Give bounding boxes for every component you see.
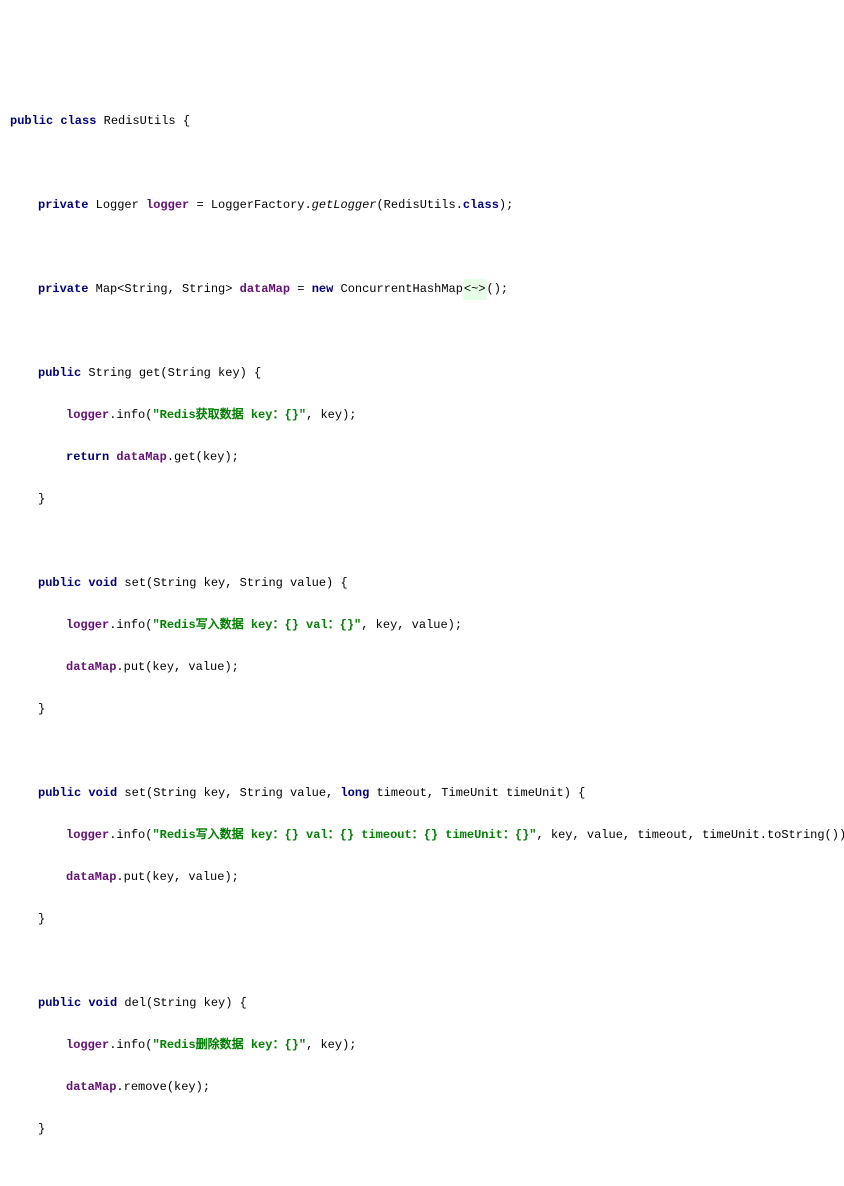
blank-line xyxy=(10,153,834,174)
field: dataMap xyxy=(240,282,290,296)
text: .get(key); xyxy=(167,450,239,464)
text: (); xyxy=(487,282,509,296)
blank-line xyxy=(10,531,834,552)
text: set(String key, String value, xyxy=(117,786,340,800)
text: .put(key, value); xyxy=(116,870,238,884)
string: "Redis获取数据 key：{}" xyxy=(152,408,306,422)
method-get-log: logger.info("Redis获取数据 key：{}", key); xyxy=(10,405,834,426)
keyword: new xyxy=(312,282,334,296)
class-decl-line: public class RedisUtils { xyxy=(10,111,834,132)
field: dataMap xyxy=(66,660,116,674)
blank-line xyxy=(10,321,834,342)
keyword: public void xyxy=(38,576,117,590)
text: del(String key) { xyxy=(117,996,247,1010)
keyword: private xyxy=(38,282,88,296)
text: , key, value, timeout, timeUnit.toString… xyxy=(537,828,844,842)
text: , key); xyxy=(306,1038,356,1052)
field: dataMap xyxy=(66,1080,116,1094)
text: Logger xyxy=(88,198,146,212)
field: logger xyxy=(66,828,109,842)
datamap-field-line: private Map<String, String> dataMap = ne… xyxy=(10,279,834,300)
keyword: public xyxy=(38,366,81,380)
keyword: return xyxy=(66,450,116,464)
text: = LoggerFactory. xyxy=(189,198,311,212)
text: set(String key, String value) { xyxy=(117,576,347,590)
text: , key, value); xyxy=(361,618,462,632)
blank-line xyxy=(10,741,834,762)
string: "Redis写入数据 key：{} val：{} timeout：{} time… xyxy=(152,828,536,842)
field: logger xyxy=(66,618,109,632)
diamond-op: <~> xyxy=(463,279,487,300)
text: timeout, TimeUnit timeUnit) { xyxy=(369,786,585,800)
method-set1-put: dataMap.put(key, value); xyxy=(10,657,834,678)
text: Map<String, String> xyxy=(88,282,239,296)
method-set2-log: logger.info("Redis写入数据 key：{} val：{} tim… xyxy=(10,825,834,846)
text: .info( xyxy=(109,408,152,422)
code-block: public class RedisUtils { private Logger… xyxy=(10,90,834,1186)
keyword: public void xyxy=(38,996,117,1010)
static-method: getLogger xyxy=(312,198,377,212)
close-brace: } xyxy=(10,1119,834,1140)
text: , key); xyxy=(306,408,356,422)
close-brace: } xyxy=(10,909,834,930)
method-set1-log: logger.info("Redis写入数据 key：{} val：{}", k… xyxy=(10,615,834,636)
keyword: public class xyxy=(10,114,96,128)
method-del-remove: dataMap.remove(key); xyxy=(10,1077,834,1098)
text: ); xyxy=(499,198,513,212)
method-del-log: logger.info("Redis删除数据 key：{}", key); xyxy=(10,1035,834,1056)
field: logger xyxy=(66,1038,109,1052)
text: String get(String key) { xyxy=(81,366,261,380)
text: .info( xyxy=(109,1038,152,1052)
method-del-sig: public void del(String key) { xyxy=(10,993,834,1014)
method-set1-sig: public void set(String key, String value… xyxy=(10,573,834,594)
keyword: long xyxy=(340,786,369,800)
field: dataMap xyxy=(116,450,166,464)
string: "Redis写入数据 key：{} val：{}" xyxy=(152,618,361,632)
logger-field-line: private Logger logger = LoggerFactory.ge… xyxy=(10,195,834,216)
keyword: private xyxy=(38,198,88,212)
text: .info( xyxy=(109,828,152,842)
method-set2-sig: public void set(String key, String value… xyxy=(10,783,834,804)
blank-line xyxy=(10,237,834,258)
text: .remove(key); xyxy=(116,1080,210,1094)
text: .info( xyxy=(109,618,152,632)
field: logger xyxy=(146,198,189,212)
text: = xyxy=(290,282,312,296)
text: (RedisUtils. xyxy=(376,198,462,212)
field: logger xyxy=(66,408,109,422)
text: ConcurrentHashMap xyxy=(333,282,463,296)
text: RedisUtils { xyxy=(96,114,190,128)
close-brace: } xyxy=(10,699,834,720)
blank-line xyxy=(10,951,834,972)
blank-line xyxy=(10,1161,834,1182)
keyword: public void xyxy=(38,786,117,800)
method-get-sig: public String get(String key) { xyxy=(10,363,834,384)
method-set2-put: dataMap.put(key, value); xyxy=(10,867,834,888)
close-brace: } xyxy=(10,489,834,510)
string: "Redis删除数据 key：{}" xyxy=(152,1038,306,1052)
method-get-return: return dataMap.get(key); xyxy=(10,447,834,468)
text: .put(key, value); xyxy=(116,660,238,674)
field: dataMap xyxy=(66,870,116,884)
keyword: class xyxy=(463,198,499,212)
